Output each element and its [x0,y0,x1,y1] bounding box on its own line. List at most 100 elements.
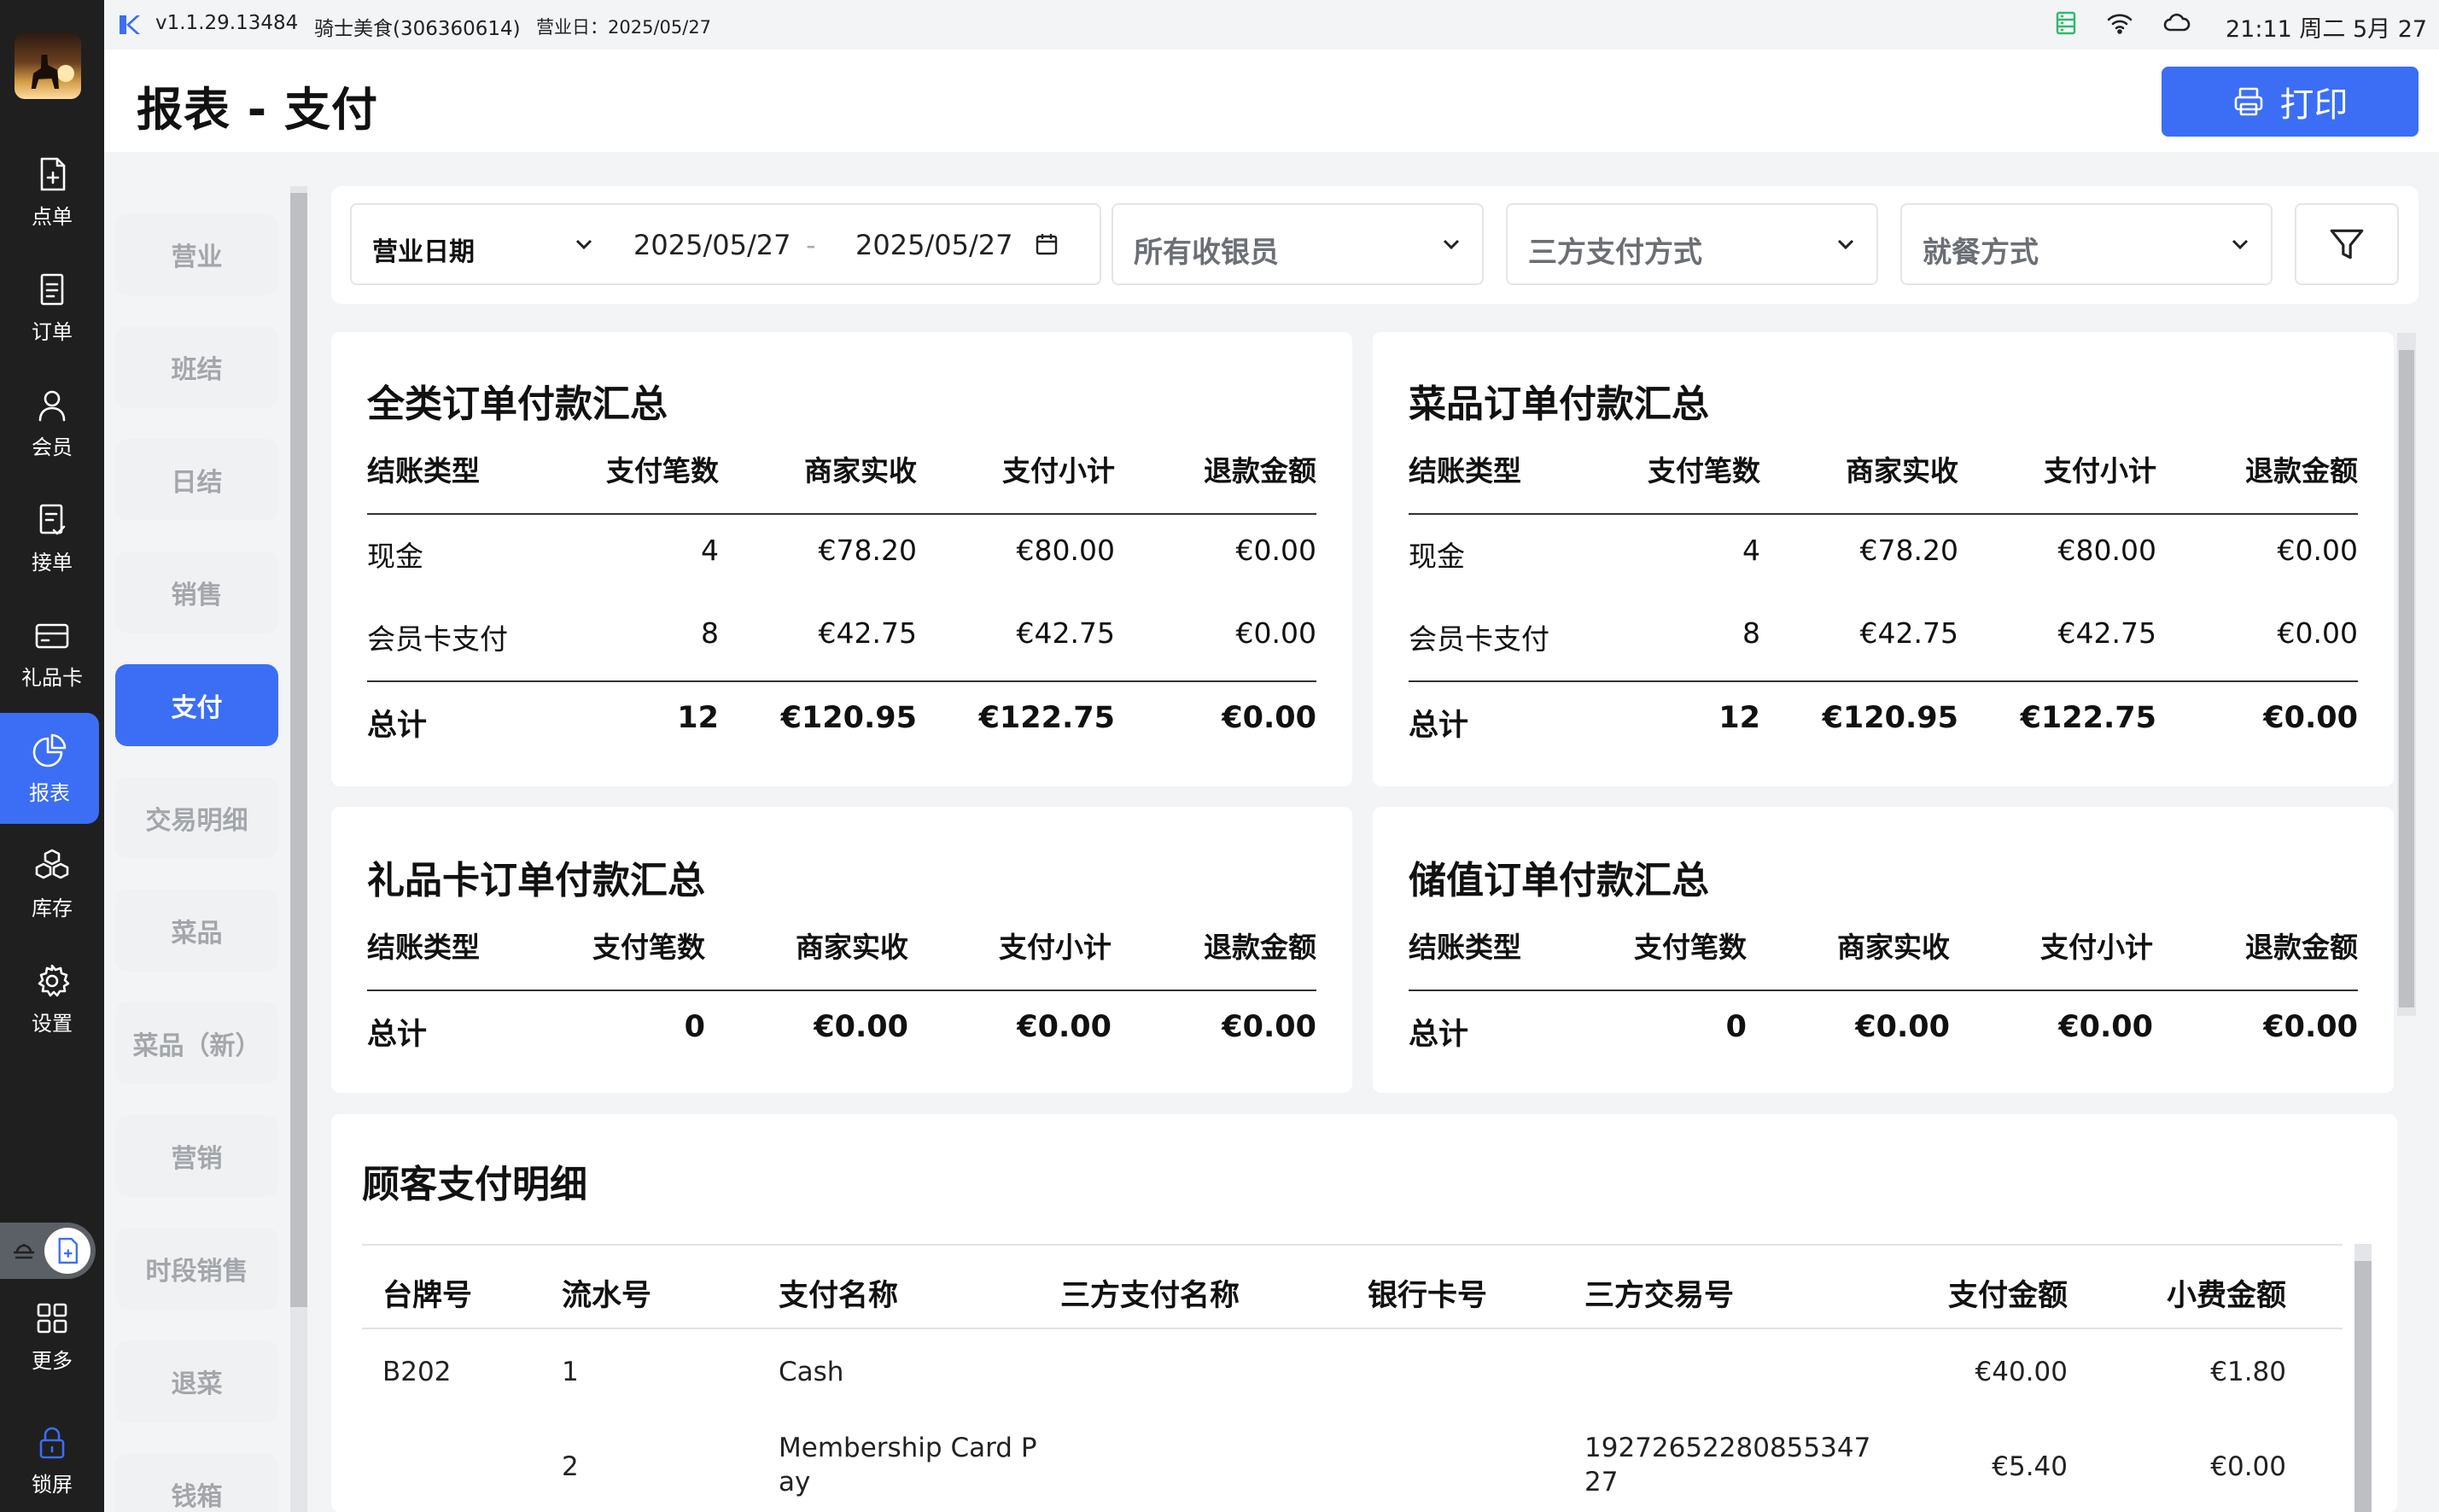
table-total-row: 总计 12 €120.95 €122.75 €0.00 [367,701,1316,752]
column-header: 三方支付名称 [1060,1279,1240,1313]
dining-mode-select[interactable]: 就餐方式 [1900,203,2273,285]
cloud-icon [2163,13,2191,32]
sidebar-item-member[interactable]: 会员 [0,367,104,478]
sidebar-item-report[interactable]: 报表 [0,713,99,824]
sidebar-item-inventory[interactable]: 库存 [0,828,104,939]
subnav-item-dishes-new[interactable]: 菜品（新） [115,1002,278,1084]
table-total-row: 总计 0 €0.00 €0.00 €0.00 [367,1010,1316,1061]
table-total-row: 总计 12 €120.95 €122.75 €0.00 [1409,701,2358,752]
column-header: 流水号 [562,1279,652,1313]
subnav-scrollbar[interactable] [290,186,307,1512]
subnav-item-cash-drawer[interactable]: 钱箱 [115,1453,278,1512]
cell: 总计 [367,1018,428,1052]
cell: 总计 [367,709,428,743]
table-header-row: 结账类型 支付笔数 商家实收 支付小计 退款金额 [1409,925,2358,976]
lock-icon [39,1427,65,1459]
date-from-input[interactable]: 2025/05/27 [633,229,791,261]
sidebar-item-more[interactable]: 更多 [0,1281,104,1392]
sidebar-item-label: 接单 [32,550,73,575]
filter-funnel-icon [2330,229,2364,260]
card-title: 储值订单付款汇总 [1409,859,1709,902]
cell: €0.00 [1235,534,1316,567]
content-scrollbar[interactable] [2397,333,2416,1016]
business-day: 营业日：2025/05/27 [536,17,712,38]
page-header: 报表 - 支付 打印 [104,50,2439,152]
filter-button[interactable] [2295,203,2399,285]
cell: €80.00 [1016,534,1115,567]
cell: 8 [701,616,719,650]
cell: 12 [677,701,719,735]
column-header: 结账类型 [367,454,480,487]
subnav-item-marketing[interactable]: 营销 [115,1115,278,1197]
sidebar-item-label: 订单 [32,319,73,344]
subnav-item-time-sales[interactable]: 时段销售 [115,1228,278,1310]
table-row: 会员卡支付 8 €42.75 €42.75 €0.00 [1409,616,2358,668]
new-order-icon [40,157,66,190]
sidebar-item-new-order[interactable]: 点单 [0,137,104,248]
gift-card-icon [35,623,69,648]
column-header: 支付金额 [1947,1279,2068,1313]
store-name: 骑士美食(306360614) [314,18,521,40]
cell: €42.75 [1859,616,1958,650]
cell-pay-name: Membership Card P [779,1433,1037,1463]
subnav-item-payment[interactable]: 支付 [115,664,278,746]
settings-gear-icon [38,964,70,996]
table-header-row: 台牌号 流水号 支付名称 三方支付名称 银行卡号 三方交易号 支付金额 小费金额 [362,1246,2343,1329]
table-row[interactable]: B202 1 Cash €40.00 €1.80 [362,1329,2343,1410]
subnav-item-sales[interactable]: 销售 [115,552,278,633]
mode-toggle[interactable] [0,1223,96,1279]
sidebar-item-label: 锁屏 [32,1473,73,1497]
cell-tip: €1.80 [2210,1357,2286,1387]
card-title: 菜品订单付款汇总 [1409,382,1709,426]
table-row[interactable]: 2 Membership Card P ay 19272652280855347… [362,1410,2343,1512]
cashier-select[interactable]: 所有收银员 [1112,203,1484,285]
toggle-knob[interactable] [44,1228,90,1274]
card-dish-orders: 菜品订单付款汇总 结账类型 支付笔数 商家实收 支付小计 退款金额 现金 4 €… [1373,332,2394,786]
subnav-item-refund-dish[interactable]: 退菜 [115,1340,278,1422]
detail-table-scrollbar[interactable] [2354,1244,2372,1512]
print-button[interactable]: 打印 [2162,67,2419,137]
report-pie-icon [32,733,67,767]
card-customer-payment-detail: 顾客支付明细 台牌号 流水号 支付名称 三方支付名称 银行卡号 三方交易号 支付… [331,1114,2397,1512]
date-type-select[interactable]: 营业日期 [372,231,475,268]
cell: €0.00 [814,1010,908,1044]
cell: €120.95 [1822,701,1958,735]
cell: €0.00 [1855,1010,1950,1044]
card-stored-value-orders: 储值订单付款汇总 结账类型 支付笔数 商家实收 支付小计 退款金额 总计 0 €… [1373,807,2394,1093]
sidebar-item-gift-card[interactable]: 礼品卡 [0,598,104,709]
sidebar-item-lock[interactable]: 锁屏 [0,1409,104,1512]
cell: €122.75 [2020,701,2156,735]
card-all-orders: 全类订单付款汇总 结账类型 支付笔数 商家实收 支付小计 退款金额 现金 4 €… [331,332,1352,786]
third-party-payment-select[interactable]: 三方支付方式 [1506,203,1878,285]
column-header: 商家实收 [804,454,917,487]
column-header: 支付小计 [2044,454,2156,487]
sidebar-item-accept-order[interactable]: 接单 [0,482,104,593]
date-to-input[interactable]: 2025/05/27 [855,229,1012,261]
subnav-item-transactions[interactable]: 交易明细 [115,777,278,859]
status-bar: v1.1.29.13484 骑士美食(306360614) 营业日：2025/0… [104,0,2439,76]
table-row: 现金 4 €78.20 €80.00 €0.00 [367,534,1316,585]
subnav-item-shift[interactable]: 班结 [115,326,278,408]
wifi-icon [2107,14,2133,34]
column-header: 退款金额 [1204,931,1316,964]
cell-amount: €5.40 [1992,1451,2068,1482]
column-header: 支付名称 [779,1279,899,1313]
column-header: 支付小计 [999,931,1112,964]
date-range-filter[interactable]: 营业日期 2025/05/27 - 2025/05/27 [350,203,1101,285]
subnav-item-dishes[interactable]: 菜品 [115,890,278,972]
cell: €42.75 [1016,616,1115,650]
cell: €80.00 [2057,534,2156,567]
subnav-item-daily[interactable]: 日结 [115,439,278,521]
cell: €0.00 [2263,1010,2358,1044]
column-header: 银行卡号 [1368,1279,1488,1313]
cell: 总计 [1409,1018,1469,1052]
cell: €122.75 [978,701,1115,735]
subnav-item-business[interactable]: 营业 [115,213,278,295]
cell: 0 [1725,1010,1747,1044]
sidebar-item-settings[interactable]: 设置 [0,943,104,1054]
server-status-icon [2056,11,2076,35]
cell: 会员卡支付 [1409,622,1549,656]
sidebar-item-label: 报表 [29,780,70,805]
cell-txn-no-cont: 27 [1584,1467,1619,1497]
sidebar-item-orders[interactable]: 订单 [0,252,104,363]
